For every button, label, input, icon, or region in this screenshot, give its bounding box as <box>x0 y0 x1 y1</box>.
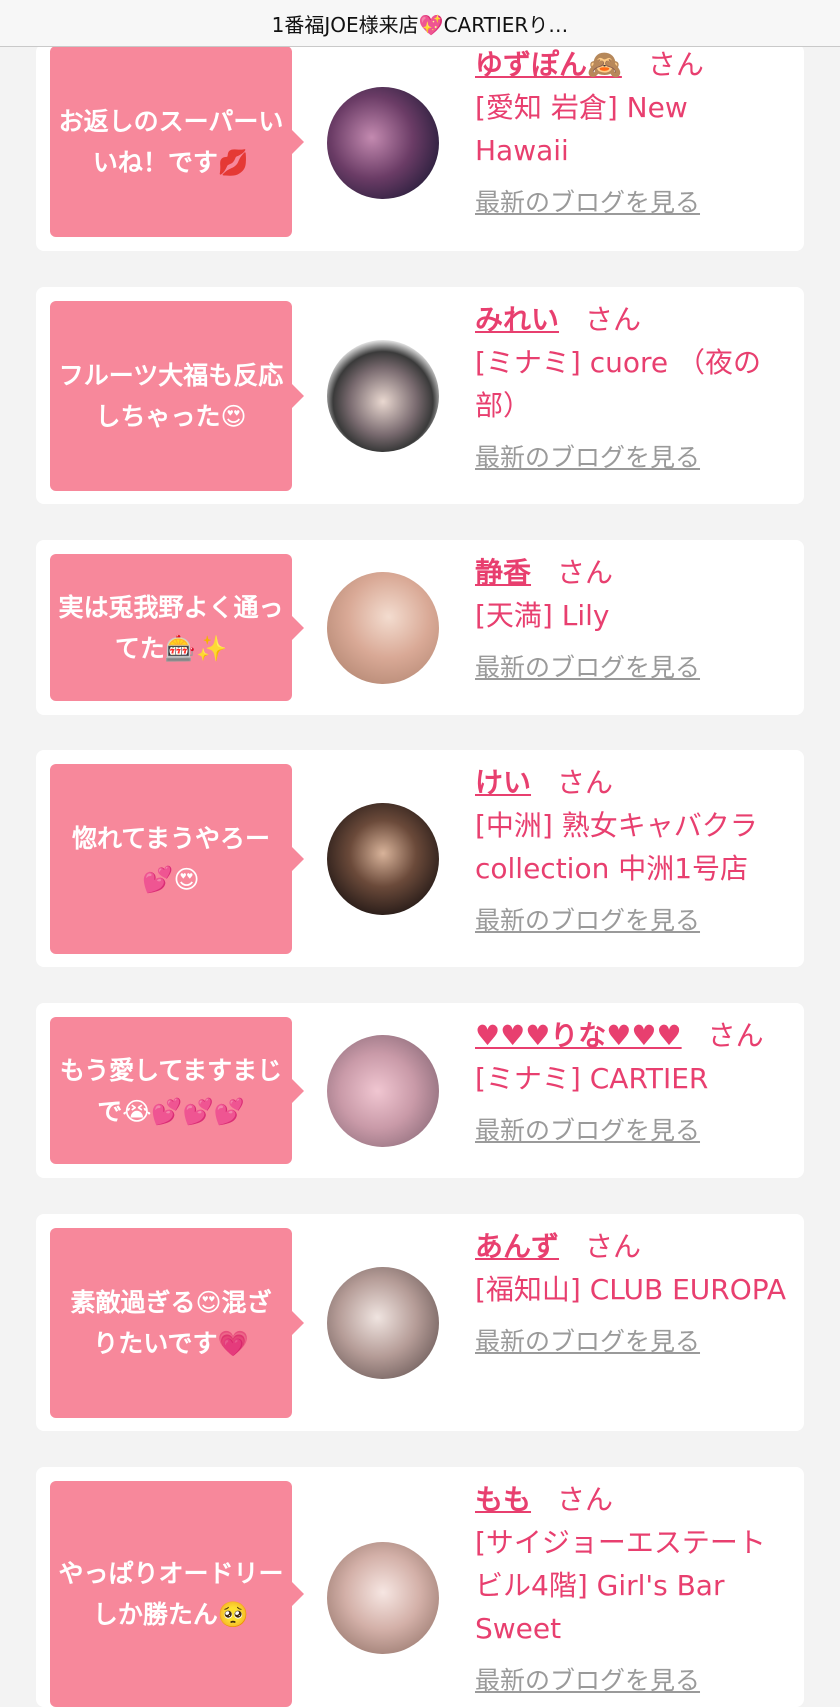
blog-link[interactable]: 最新のブログを見る <box>475 901 790 937</box>
list-item: やっぱりオードリーしか勝たん🥺 もも さん [サイジョーエステート ビル4階] G… <box>36 1467 804 1707</box>
shop-link[interactable]: [ミナミ] CARTIER <box>475 1057 790 1100</box>
honorific: さん <box>557 1483 614 1516</box>
comment-text: 実は兎我野よく通ってた🎰✨ <box>58 592 284 663</box>
avatar[interactable] <box>327 87 439 199</box>
shop-link[interactable]: [ミナミ] cuore （夜の部） <box>475 341 790 427</box>
comment-bubble: 実は兎我野よく通ってた🎰✨ <box>50 554 304 701</box>
list-item: もう愛してますまじで😭💕💕💕 ♥♥♥りな♥♥♥ さん [ミナミ] CARTIER … <box>36 1003 804 1178</box>
avatar[interactable] <box>327 340 439 452</box>
list-item: 実は兎我野よく通ってた🎰✨ 静香 さん [天満] Lily 最新のブログを見る <box>36 540 804 715</box>
shop-link[interactable]: [サイジョーエステート ビル4階] Girl's Bar Sweet <box>475 1521 790 1650</box>
avatar[interactable] <box>327 572 439 684</box>
comment-text: お返しのスーパーいいね！です💋 <box>58 106 284 177</box>
comment-bubble: フルーツ大福も反応しちゃった😍 <box>50 301 304 491</box>
list-item: フルーツ大福も反応しちゃった😍 みれい さん [ミナミ] cuore （夜の部） … <box>36 287 804 504</box>
blog-link[interactable]: 最新のブログを見る <box>475 1111 790 1147</box>
blog-link[interactable]: 最新のブログを見る <box>475 648 790 684</box>
user-name-link[interactable]: あんず <box>475 1230 559 1263</box>
honorific: さん <box>647 48 704 81</box>
shop-link[interactable]: [中洲] 熟女キャバクラ collection 中洲1号店 <box>475 804 790 890</box>
blog-link[interactable]: 最新のブログを見る <box>475 183 790 219</box>
shop-link[interactable]: [福知山] CLUB EUROPA <box>475 1268 790 1311</box>
avatar[interactable] <box>327 1035 439 1147</box>
list-item: 惚れてまうやろー💕😍 けい さん [中洲] 熟女キャバクラ collection … <box>36 750 804 967</box>
honorific: さん <box>707 1019 764 1052</box>
list-item: お返しのスーパーいいね！です💋 ゆずぽん🙈 さん [愛知 岩倉] New Hawa… <box>36 44 804 251</box>
blog-link[interactable]: 最新のブログを見る <box>475 1661 790 1697</box>
browser-title-bar: 1番福JOE様来店💖CARTIERり… <box>0 0 840 47</box>
comment-bubble: 素敵過ぎる😍混ざりたいです💗 <box>50 1228 304 1418</box>
avatar[interactable] <box>327 1542 439 1654</box>
user-name-link[interactable]: ♥♥♥りな♥♥♥ <box>475 1019 682 1052</box>
honorific: さん <box>557 556 614 589</box>
honorific: さん <box>585 1230 642 1263</box>
comment-text: 惚れてまうやろー💕😍 <box>71 824 270 894</box>
honorific: さん <box>557 766 614 799</box>
list-item: 素敵過ぎる😍混ざりたいです💗 あんず さん [福知山] CLUB EUROPA 最… <box>36 1214 804 1431</box>
comment-text: フルーツ大福も反応しちゃった😍 <box>58 361 284 431</box>
comment-bubble: もう愛してますまじで😭💕💕💕 <box>50 1017 304 1164</box>
page-title: 1番福JOE様来店💖CARTIERり… <box>271 12 569 37</box>
avatar[interactable] <box>327 803 439 915</box>
comment-bubble: やっぱりオードリーしか勝たん🥺 <box>50 1481 304 1707</box>
user-name-link[interactable]: 静香 <box>475 556 531 589</box>
honorific: さん <box>585 303 642 336</box>
blog-link[interactable]: 最新のブログを見る <box>475 1322 790 1358</box>
blog-link[interactable]: 最新のブログを見る <box>475 438 790 474</box>
comment-text: やっぱりオードリーしか勝たん🥺 <box>58 1559 284 1629</box>
shop-link[interactable]: [愛知 岩倉] New Hawaii <box>475 86 790 172</box>
user-name-link[interactable]: みれい <box>475 303 559 336</box>
user-name-link[interactable]: ゆずぽん🙈 <box>475 48 622 81</box>
shop-link[interactable]: [天満] Lily <box>475 594 790 637</box>
comment-bubble: お返しのスーパーいいね！です💋 <box>50 46 304 237</box>
user-name-link[interactable]: けい <box>475 766 531 799</box>
comment-text: もう愛してますまじで😭💕💕💕 <box>59 1055 283 1126</box>
comment-text: 素敵過ぎる😍混ざりたいです💗 <box>70 1288 272 1358</box>
avatar[interactable] <box>327 1267 439 1379</box>
user-name-link[interactable]: もも <box>475 1483 531 1516</box>
comment-bubble: 惚れてまうやろー💕😍 <box>50 764 304 954</box>
